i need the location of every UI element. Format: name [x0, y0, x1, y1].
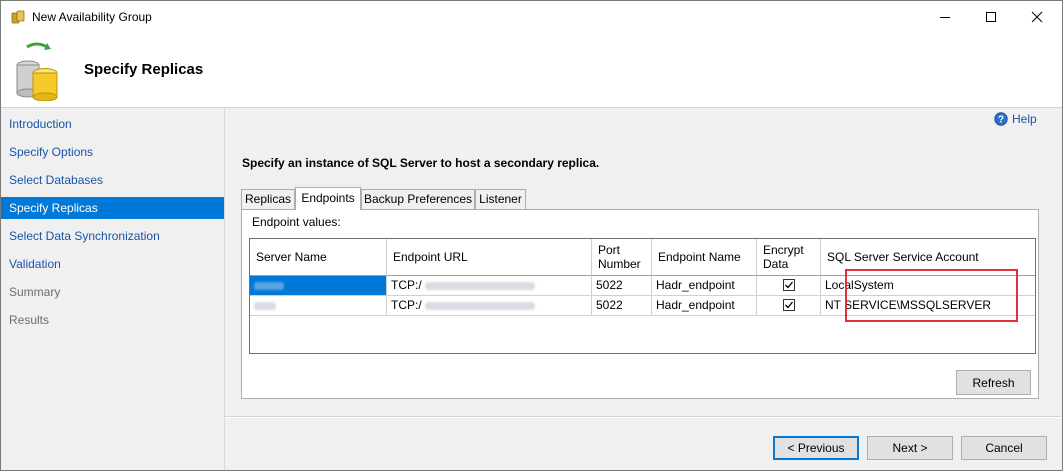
- cell-endpoint-url[interactable]: TCP:/: [387, 276, 592, 296]
- redacted-server-name: [254, 301, 276, 310]
- endpoint-url-text: TCP:/: [391, 278, 422, 292]
- redacted-host: [424, 281, 535, 290]
- column-header-service-account[interactable]: SQL Server Service Account: [821, 239, 1035, 276]
- cell-server-name[interactable]: [250, 296, 387, 316]
- nav-item-validation[interactable]: Validation: [1, 253, 224, 275]
- help-icon: ?: [994, 112, 1008, 126]
- endpoint-values-caption: Endpoint values:: [252, 215, 341, 229]
- nav-item-results: Results: [9, 313, 50, 327]
- close-button[interactable]: [1014, 1, 1060, 33]
- cancel-button[interactable]: Cancel: [961, 436, 1047, 460]
- cell-endpoint-name[interactable]: Hadr_endpoint: [652, 296, 757, 316]
- help-link[interactable]: ? Help: [994, 112, 1037, 126]
- redacted-host: [424, 301, 535, 310]
- nav-item-select-data-synchronization[interactable]: Select Data Synchronization: [1, 225, 224, 247]
- content-pane: ? Help Specify an instance of SQL Server…: [225, 108, 1062, 470]
- dialog-window: New Availability Group Specify Replicas …: [0, 0, 1063, 471]
- nav-item-introduction[interactable]: Introduction: [1, 113, 224, 135]
- minimize-icon: [940, 17, 950, 18]
- page-header: Specify Replicas: [1, 33, 1062, 108]
- wizard-nav: Introduction Specify Options Select Data…: [1, 108, 225, 470]
- column-header-server-name[interactable]: Server Name: [250, 239, 387, 276]
- maximize-button[interactable]: [968, 1, 1014, 33]
- close-icon: [1031, 11, 1043, 23]
- encrypt-checkbox[interactable]: [783, 299, 795, 311]
- title-bar[interactable]: New Availability Group: [1, 1, 1062, 33]
- cell-service-account[interactable]: LocalSystem: [821, 276, 1035, 296]
- previous-button[interactable]: < Previous: [773, 436, 859, 460]
- nav-item-specify-options[interactable]: Specify Options: [1, 141, 224, 163]
- endpoint-url-text: TCP:/: [391, 298, 422, 312]
- svg-text:?: ?: [998, 115, 1004, 126]
- minimize-button[interactable]: [922, 1, 968, 33]
- checkmark-icon: [785, 301, 794, 309]
- cell-encrypt-data[interactable]: [757, 276, 821, 296]
- nav-item-summary: Summary: [9, 285, 61, 299]
- nav-item-select-databases[interactable]: Select Databases: [1, 169, 224, 191]
- endpoints-grid[interactable]: Server Name Endpoint URL Port Number End…: [249, 238, 1036, 354]
- tab-endpoints[interactable]: Endpoints: [295, 187, 361, 210]
- column-header-endpoint-name[interactable]: Endpoint Name: [652, 239, 757, 276]
- maximize-icon: [986, 12, 996, 22]
- refresh-button[interactable]: Refresh: [956, 370, 1031, 395]
- database-group-icon: [11, 10, 25, 24]
- cell-port[interactable]: 5022: [592, 296, 652, 316]
- cell-endpoint-name[interactable]: Hadr_endpoint: [652, 276, 757, 296]
- encrypt-checkbox[interactable]: [783, 279, 795, 291]
- tab-backup-preferences[interactable]: Backup Preferences: [361, 189, 475, 209]
- tab-replicas[interactable]: Replicas: [241, 189, 295, 209]
- redacted-server-name: [254, 281, 284, 290]
- database-replica-icon: [16, 42, 58, 101]
- instruction-text: Specify an instance of SQL Server to hos…: [242, 156, 600, 170]
- column-header-encrypt-data[interactable]: Encrypt Data: [757, 239, 821, 276]
- footer-divider-highlight: [225, 417, 1062, 418]
- column-header-port-number[interactable]: Port Number: [592, 239, 652, 276]
- page-title: Specify Replicas: [84, 61, 204, 78]
- next-button[interactable]: Next >: [867, 436, 953, 460]
- help-label: Help: [1012, 112, 1037, 126]
- tab-listener[interactable]: Listener: [475, 189, 526, 209]
- endpoints-panel: Endpoint values: Server Name Endpoint UR…: [241, 209, 1039, 399]
- nav-item-specify-replicas[interactable]: Specify Replicas: [1, 197, 224, 219]
- cell-port[interactable]: 5022: [592, 276, 652, 296]
- cell-encrypt-data[interactable]: [757, 296, 821, 316]
- cell-service-account[interactable]: NT SERVICE\MSSQLSERVER: [821, 296, 1035, 316]
- cell-endpoint-url[interactable]: TCP:/: [387, 296, 592, 316]
- window-title: New Availability Group: [32, 10, 152, 24]
- checkmark-icon: [785, 281, 794, 289]
- column-header-endpoint-url[interactable]: Endpoint URL: [387, 239, 592, 276]
- cell-server-name[interactable]: [250, 276, 387, 296]
